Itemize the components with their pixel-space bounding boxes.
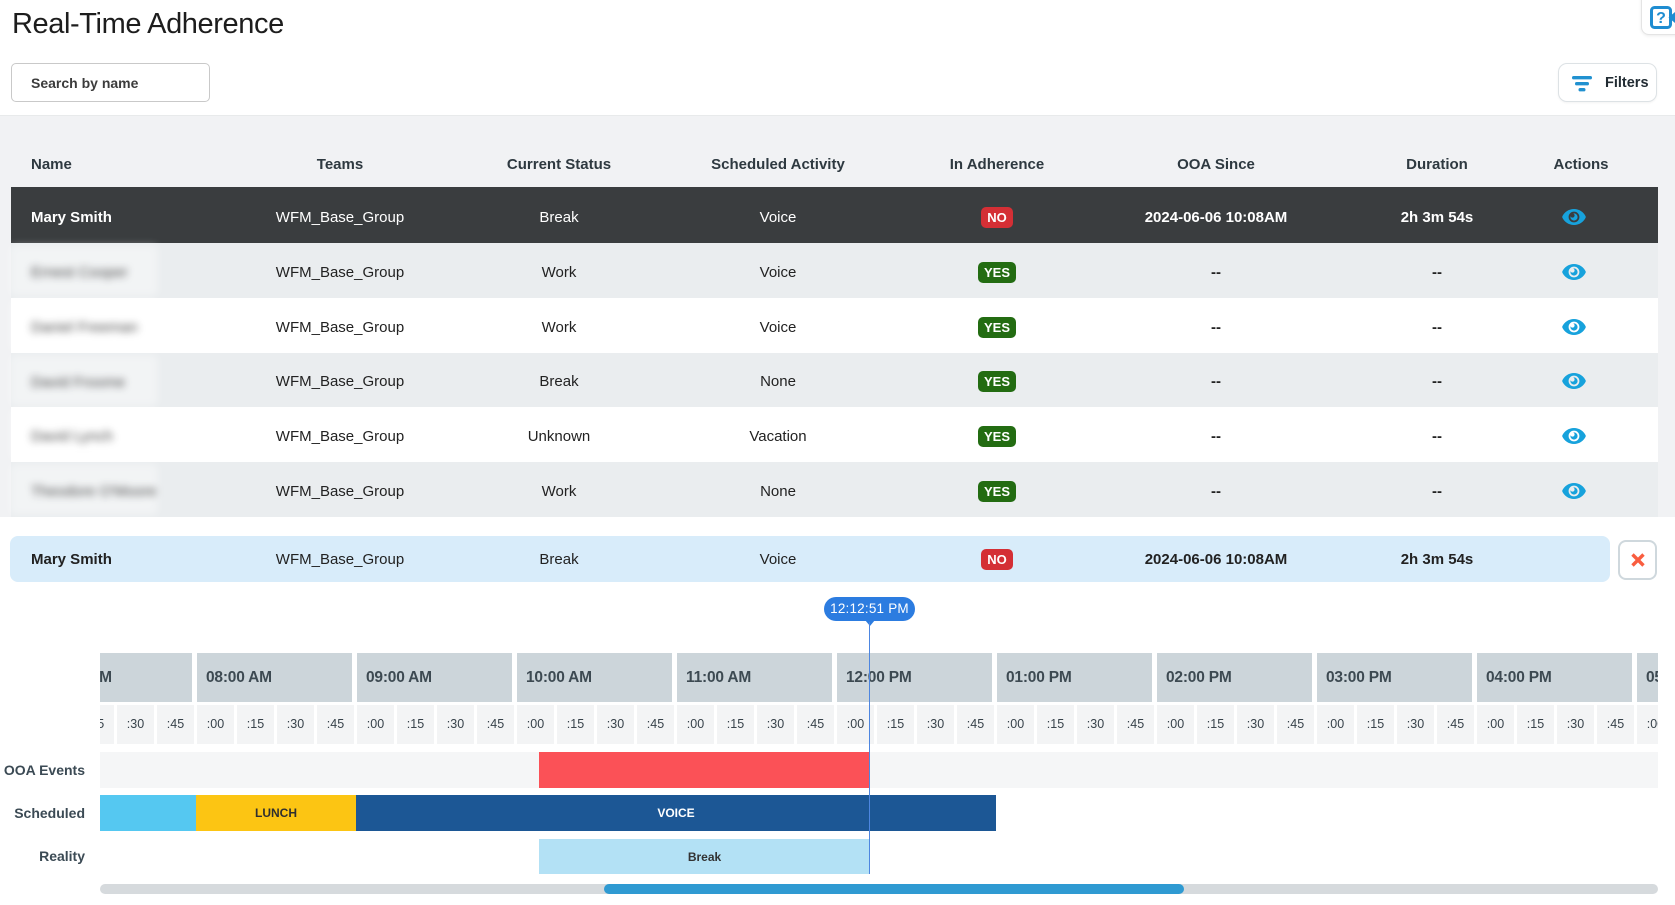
- svg-text:?: ?: [1656, 10, 1666, 27]
